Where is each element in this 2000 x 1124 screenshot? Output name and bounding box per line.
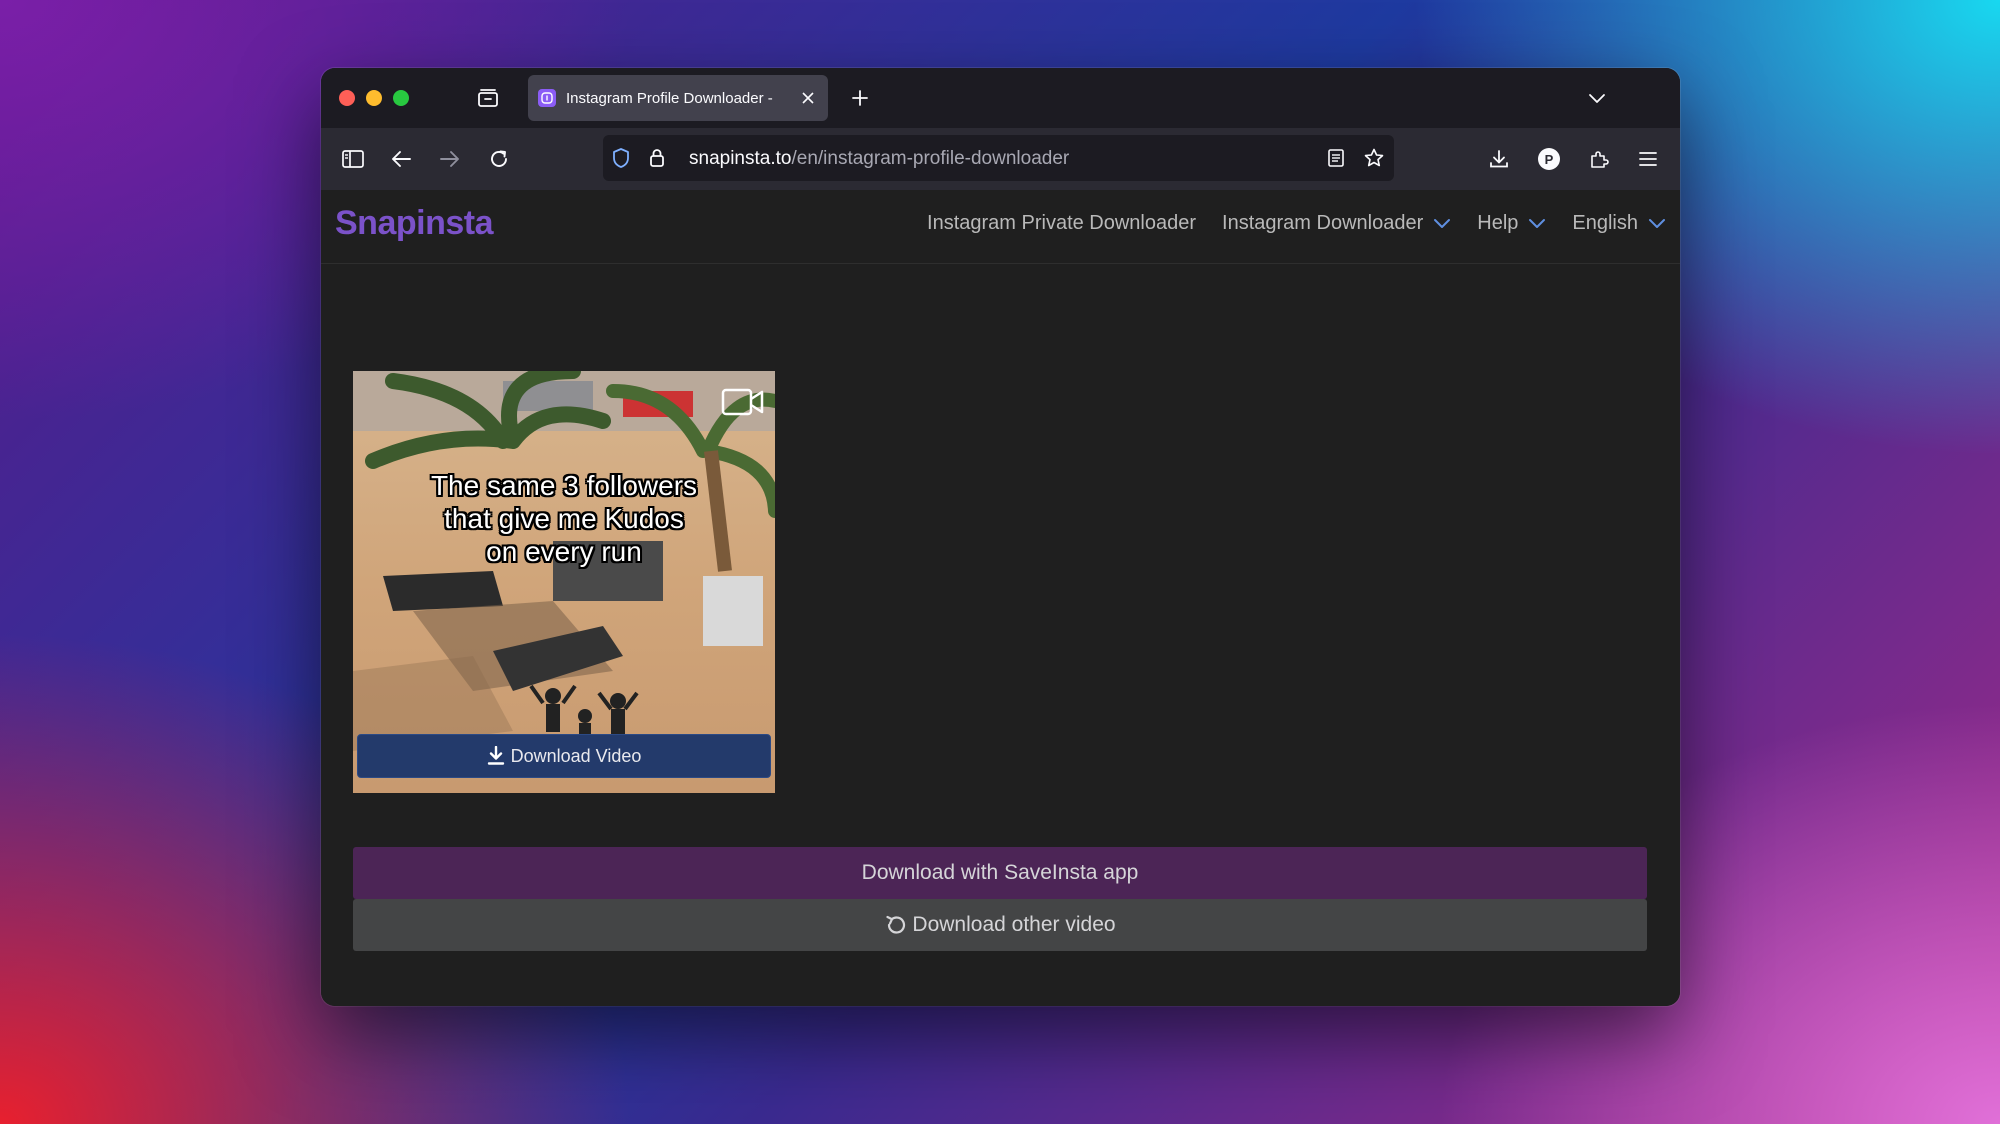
nav-instagram-downloader[interactable]: Instagram Downloader	[1222, 212, 1451, 235]
address-bar[interactable]: snapinsta.to/en/instagram-profile-downlo…	[603, 135, 1394, 181]
caption-line: that give me Kudos	[444, 503, 684, 534]
tab-strip: Instagram Profile Downloader -	[321, 68, 1680, 128]
caption-line: The same 3 followers	[430, 470, 698, 501]
chevron-down-icon	[1648, 218, 1666, 229]
lock-icon[interactable]	[645, 146, 669, 170]
site-nav: Instagram Private Downloader Instagram D…	[927, 212, 1666, 235]
chevron-down-icon	[1528, 218, 1546, 229]
tab-active[interactable]: Instagram Profile Downloader -	[528, 75, 828, 121]
maximize-window-button[interactable]	[393, 90, 409, 106]
saveinsta-app-label: Download with SaveInsta app	[861, 861, 1139, 884]
reader-view-icon[interactable]	[1324, 146, 1348, 170]
download-video-label: Download Video	[510, 745, 642, 766]
nav-language-english[interactable]: English	[1572, 212, 1666, 235]
list-all-tabs-icon[interactable]	[1584, 85, 1610, 111]
chevron-down-icon	[1433, 218, 1451, 229]
snapinsta-favicon-icon	[538, 89, 556, 107]
download-video-button[interactable]: Download Video	[357, 734, 771, 778]
download-other-video-button[interactable]: Download other video	[353, 899, 1647, 951]
downloads-icon[interactable]	[1485, 145, 1513, 173]
back-arrow-icon[interactable]	[387, 145, 415, 173]
nav-help[interactable]: Help	[1477, 212, 1546, 235]
download-other-video-label: Download other video	[912, 913, 1116, 936]
profile-initial: P	[1538, 148, 1560, 170]
url-domain: snapinsta.to	[689, 148, 792, 169]
snapinsta-logo[interactable]: Snapinsta	[335, 204, 493, 243]
nav-label: Help	[1477, 212, 1519, 234]
new-tab-icon[interactable]	[847, 85, 873, 111]
nav-instagram-private-downloader[interactable]: Instagram Private Downloader	[927, 212, 1196, 235]
sidebar-icon[interactable]	[339, 145, 367, 173]
video-thumbnail	[353, 371, 775, 793]
site-header: Snapinsta Instagram Private Downloader I…	[321, 190, 1680, 264]
web-page: Snapinsta Instagram Private Downloader I…	[321, 190, 1680, 1006]
tracking-protection-shield-icon[interactable]	[609, 146, 633, 170]
tab-overview-icon[interactable]	[475, 86, 501, 110]
minimize-window-button[interactable]	[366, 90, 382, 106]
nav-label: English	[1572, 212, 1638, 234]
account-avatar[interactable]: P	[1535, 145, 1563, 173]
video-camera-icon	[721, 388, 764, 416]
url-text[interactable]: snapinsta.to/en/instagram-profile-downlo…	[689, 148, 1069, 170]
browser-window: Instagram Profile Downloader - snapinsta…	[321, 68, 1680, 1006]
video-result-card: The same 3 followers that give me Kudos …	[353, 371, 775, 793]
download-with-saveinsta-app-button[interactable]: Download with SaveInsta app	[353, 847, 1647, 899]
url-path: /en/instagram-profile-downloader	[791, 148, 1070, 169]
reload-icon[interactable]	[485, 145, 513, 173]
tab-title: Instagram Profile Downloader -	[566, 89, 773, 107]
nav-toolbar: snapinsta.to/en/instagram-profile-downlo…	[321, 128, 1680, 190]
download-arrow-icon	[487, 746, 504, 765]
bookmark-star-icon[interactable]	[1362, 146, 1386, 170]
app-menu-hamburger-icon[interactable]	[1634, 145, 1662, 173]
nav-label: Instagram Downloader	[1222, 212, 1424, 234]
caption-line: on every run	[486, 536, 642, 567]
nav-label: Instagram Private Downloader	[927, 212, 1197, 234]
close-tab-icon[interactable]	[798, 88, 818, 108]
forward-arrow-icon[interactable]	[436, 145, 464, 173]
close-window-button[interactable]	[339, 90, 355, 106]
extensions-puzzle-icon[interactable]	[1585, 145, 1613, 173]
refresh-icon	[886, 915, 906, 934]
video-caption: The same 3 followers that give me Kudos …	[353, 469, 775, 568]
